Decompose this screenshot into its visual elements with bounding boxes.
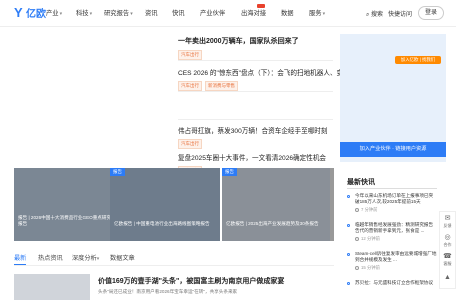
flash-text[interactable]: 临越年销售经发展强劲：精测研究报告告代的营销新手拿到元，张食是 ... (355, 222, 437, 234)
timeline-dot-icon (347, 224, 350, 227)
flash-item[interactable]: 临越年销售经发展强劲：精测研究报告告代的营销新手拿到元，张食是 ... 12 分… (347, 222, 437, 242)
nav-item-industry[interactable]: 产业▾ (46, 0, 62, 28)
quick-access-link[interactable]: 快捷访问 (388, 9, 412, 18)
flash-item[interactable]: 苏贝拉：与元盛科技订立合作框架协议 (347, 280, 437, 286)
article-item[interactable]: CES 2026 的"惊东西"盘点（下）：会飞的扫地机器人、变色蔬甲 汽车出行 … (178, 67, 363, 91)
nav-item-data[interactable]: 数据 (281, 0, 294, 27)
article-title[interactable]: CES 2026 的"惊东西"盘点（下）：会飞的扫地机器人、变色蔬甲 (178, 67, 363, 77)
tag-list: 汽车出行 (178, 139, 327, 149)
floating-side-bar: ✉ 反馈 ◎ 合作 ☎ 客服 ▲ (439, 211, 456, 289)
mail-icon: ✉ (444, 215, 451, 222)
arrow-up-icon: ▲ (444, 274, 451, 281)
article-title[interactable]: 一年卖出2000万辆车，国家队杀回来了 (178, 36, 299, 46)
timeline-dot-icon (347, 195, 350, 198)
clock-icon (355, 237, 359, 241)
tag[interactable]: 汽车出行 (178, 139, 202, 149)
slide-text: 亿欧报告 | 2025出海产业发展趋势及30条报告 (226, 221, 319, 226)
nav-item-services[interactable]: 服务▾ (309, 0, 325, 28)
divider (14, 265, 334, 266)
hot-badge (257, 4, 265, 8)
report-carousel: 报告 | 2026中国十大消费品行业GEO重点研究报告 报告 亿欧报告 | 中国… (0, 168, 333, 241)
article-item[interactable]: 一年卖出2000万辆车，国家队杀回来了 汽车出行 (178, 36, 299, 60)
logo-icon: Y (14, 4, 23, 20)
slide-label: 报告 (222, 168, 237, 176)
flash-time: 7 分钟前 (355, 207, 437, 213)
divider (178, 119, 333, 120)
nav-item-flash[interactable]: 快讯 (172, 0, 185, 27)
flash-text[interactable]: 今年以来山东机场订单在上报事项已突破185万人次,较2025年提前15天 (355, 193, 437, 205)
tag-list: 汽车出行 新消费与零售 (178, 81, 363, 91)
nav-item-reports[interactable]: 研究报告▾ (104, 0, 133, 28)
search-button[interactable]: ⌕ 搜索 (366, 9, 383, 19)
chevron-down-icon: ▾ (130, 11, 133, 17)
customer-service-button[interactable]: ☎ 客服 (440, 253, 455, 267)
tab-deep-analysis[interactable]: 深度分析▾ (72, 253, 99, 262)
slide-text: 报告 | 2026中国十大消费品行业GEO重点研究报告 (18, 215, 112, 226)
flash-heading: 最新快讯 (347, 179, 375, 186)
chevron-down-icon: ▾ (89, 11, 93, 17)
feedback-button[interactable]: ✉ 反馈 (440, 215, 455, 229)
article-title[interactable]: 伟占哥扛旗，蔡发300万辆！合资车企经手至哪时刻 (178, 125, 327, 135)
nav-item-tech[interactable]: 科技▾ (76, 0, 92, 28)
timeline-dot-icon (347, 282, 350, 285)
carousel-slide[interactable]: 报告 亿欧报告 | 中国重电池行业出海路线图策略报告 (110, 168, 220, 241)
flash-item[interactable]: Steam-cell诉往复发审由远要城增强厂地到合并规模及发生 ... 15 分… (347, 251, 437, 271)
page: Y 亿欧 产业▾ 科技▾ 研究报告▾ 资讯 快讯 产业伙伴 出海对接 数据 服务… (0, 0, 456, 300)
tab-data-articles[interactable]: 数据文章 (110, 253, 135, 262)
flash-time: 15 分钟前 (355, 265, 437, 271)
handshake-icon: ◎ (444, 234, 451, 241)
nav-item-news[interactable]: 资讯 (145, 0, 158, 27)
chevron-down-icon: ▾ (96, 256, 100, 262)
search-icon: ⌕ (366, 12, 370, 18)
back-to-top-button[interactable]: ▲ (440, 274, 455, 282)
flash-time: 12 分钟前 (355, 236, 437, 242)
flash-text[interactable]: 苏贝拉：与元盛科技订立合作框架协议 (355, 280, 437, 286)
tag[interactable]: 汽车出行 (178, 50, 202, 60)
logo-text: 亿欧 (26, 9, 46, 20)
article-title[interactable]: 价值169万的壹手湖"头条"，被国富主刷为南京用户做成家宴 (98, 276, 284, 286)
top-header: Y 亿欧 产业▾ 科技▾ 研究报告▾ 资讯 快讯 产业伙伴 出海对接 数据 服务… (0, 0, 456, 27)
carousel-slide[interactable]: 报告 亿欧报告 | 2025出海产业发展趋势及30条报告 (222, 168, 330, 241)
tab-latest[interactable]: 最新 (14, 253, 26, 262)
chevron-down-icon: ▾ (322, 11, 326, 17)
nav-item-partners[interactable]: 产业伙伴 (200, 0, 225, 27)
join-partner-button[interactable]: 加入产业伙伴 · 链接用户资源 (340, 142, 446, 157)
divider (347, 188, 437, 189)
ad-badge[interactable]: 加入亿欧 | 找我们 (395, 56, 441, 64)
slide-label: 报告 (110, 168, 125, 176)
carousel-next-thumb[interactable] (330, 168, 334, 241)
divider (178, 91, 333, 92)
cooperation-button[interactable]: ◎ 合作 (440, 234, 455, 248)
carousel-slide[interactable]: 报告 | 2026中国十大消费品行业GEO重点研究报告 (14, 168, 112, 241)
clock-icon (355, 266, 359, 270)
tag-list: 汽车出行 (178, 50, 299, 60)
chevron-down-icon: ▾ (59, 11, 63, 17)
phone-icon: ☎ (443, 253, 452, 260)
timeline-dot-icon (347, 253, 350, 256)
flash-text[interactable]: Steam-cell诉往复发审由远要城增强厂地到合并规模及发生 ... (355, 251, 437, 263)
article-summary: 头条"局还已成业！南京用户看2026年宝车幸运"在转"，共享头条来家 (98, 289, 238, 294)
flash-item[interactable]: 今年以来山东机场订单在上报事项已突破185万人次,较2025年提前15天 7 分… (347, 193, 437, 213)
tag[interactable]: 新消费与零售 (205, 81, 238, 91)
slide-text: 亿欧报告 | 中国重电池行业出海路线图策略报告 (114, 221, 210, 226)
divider (178, 60, 333, 61)
article-title[interactable]: 复盘2025车圈十大事件，一文看清2026确定性机会 (178, 152, 326, 162)
login-button[interactable]: 登录 (418, 6, 444, 20)
tag[interactable]: 汽车出行 (178, 81, 202, 91)
clock-icon (355, 208, 359, 212)
article-item[interactable]: 伟占哥扛旗，蔡发300万辆！合资车企经手至哪时刻 汽车出行 (178, 125, 327, 149)
article-thumbnail[interactable] (14, 274, 90, 300)
tab-hot-news[interactable]: 热点资讯 (38, 253, 63, 262)
logo[interactable]: Y 亿欧 (14, 5, 46, 20)
